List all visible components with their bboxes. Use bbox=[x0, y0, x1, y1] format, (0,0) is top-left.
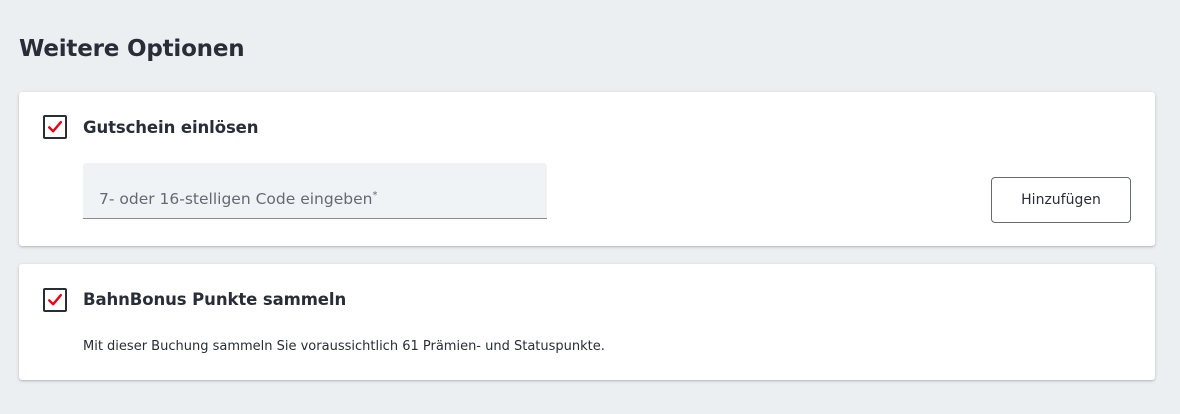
bahnbonus-description: Mit dieser Buchung sammeln Sie voraussic… bbox=[83, 339, 605, 354]
section-title: Weitere Optionen bbox=[19, 36, 245, 62]
checkmark-icon bbox=[48, 294, 62, 306]
voucher-label[interactable]: Gutschein einlösen bbox=[83, 118, 259, 137]
bahnbonus-card: BahnBonus Punkte sammeln Mit dieser Buch… bbox=[19, 264, 1155, 380]
further-options-page: Weitere Optionen Gutschein einlösen 7- o… bbox=[0, 0, 1180, 414]
checkmark-icon bbox=[48, 121, 62, 133]
bahnbonus-label[interactable]: BahnBonus Punkte sammeln bbox=[83, 290, 346, 309]
voucher-code-placeholder: 7- oder 16-stelligen Code eingeben* bbox=[99, 190, 378, 208]
add-voucher-button[interactable]: Hinzufügen bbox=[991, 177, 1131, 223]
required-marker: * bbox=[372, 190, 378, 201]
voucher-card: Gutschein einlösen 7- oder 16-stelligen … bbox=[19, 92, 1155, 246]
bahnbonus-checkbox[interactable] bbox=[43, 288, 67, 312]
voucher-checkbox[interactable] bbox=[43, 115, 67, 139]
voucher-code-input[interactable]: 7- oder 16-stelligen Code eingeben* bbox=[83, 163, 547, 219]
